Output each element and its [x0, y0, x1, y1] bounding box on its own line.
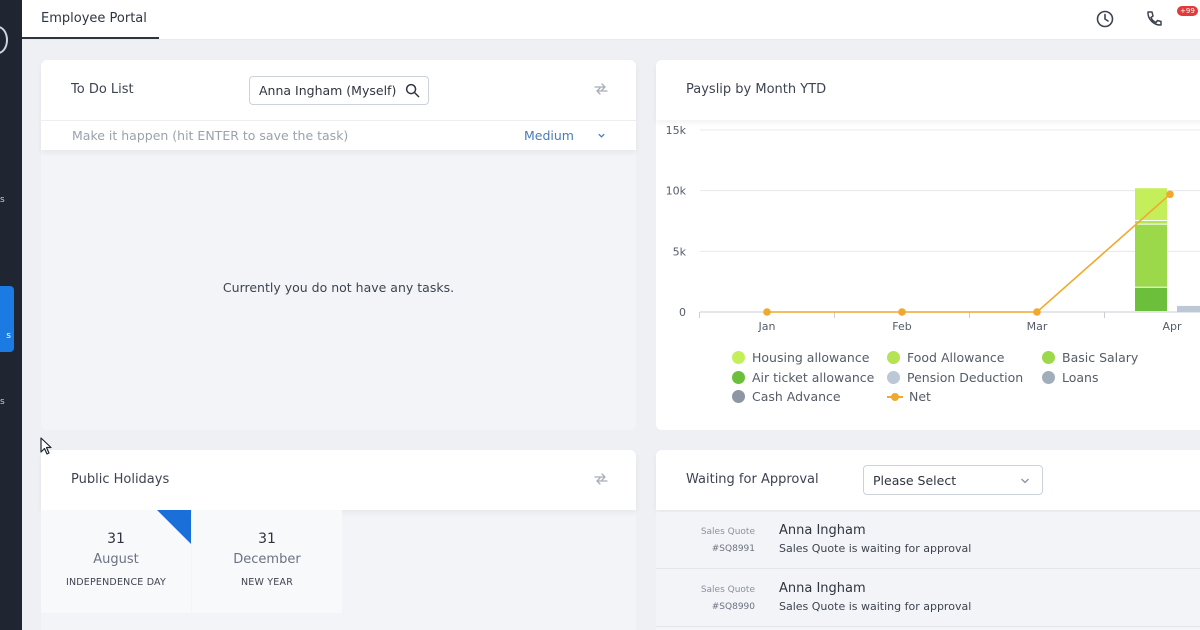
net-point	[1166, 190, 1174, 199]
y-tick-label: 15k	[666, 124, 687, 137]
legend-label: Air ticket allowance	[752, 369, 875, 385]
todo-header: To Do List Anna Ingham (Myself)	[41, 60, 636, 120]
net-point	[763, 308, 771, 316]
holiday-name: NEW YEAR	[240, 577, 294, 588]
legend-swatch	[887, 370, 900, 384]
sidebar-item-active[interactable]: s	[0, 286, 14, 352]
legend-item[interactable]: Basic Salary	[1042, 350, 1138, 365]
holiday-card[interactable]: 31 August INDEPENDENCE DAY	[41, 510, 191, 613]
holidays-header: Public Holidays	[41, 450, 636, 510]
legend-label: Food Allowance	[907, 350, 1005, 365]
sidebar-item-stub[interactable]: s	[0, 195, 5, 205]
empty-tasks-message: Currently you do not have any tasks.	[222, 280, 455, 295]
approval-header: Waiting for Approval Please Select	[656, 450, 1200, 510]
holiday-month: August	[93, 552, 139, 567]
legend-label: Net	[909, 389, 931, 404]
search-icon[interactable]	[405, 83, 420, 98]
phone-icon[interactable]	[1144, 9, 1164, 29]
legend-item[interactable]: Net	[887, 389, 931, 404]
y-tick-label: 0	[679, 306, 686, 319]
approval-message: Sales Quote is waiting for approval	[779, 600, 972, 613]
document-number[interactable]: #SQ8990	[656, 602, 755, 612]
y-tick-label: 5k	[673, 245, 687, 258]
legend-label: Basic Salary	[1062, 350, 1139, 365]
refresh-icon[interactable]	[593, 81, 609, 97]
approval-row[interactable]: Sales Quote #SQ8991 Anna Ingham Sales Qu…	[656, 512, 1200, 569]
holiday-name: INDEPENDENCE DAY	[65, 577, 167, 588]
holiday-card[interactable]: 31 December NEW YEAR	[192, 510, 342, 613]
bar-segment	[1135, 188, 1167, 220]
legend-label: Cash Advance	[752, 389, 841, 404]
legend-label: Housing allowance	[752, 350, 870, 365]
legend-swatch	[732, 370, 745, 384]
legend-label: Pension Deduction	[907, 369, 1024, 385]
assignee-value: Anna Ingham (Myself)	[259, 83, 397, 98]
select-value: Please Select	[873, 473, 957, 488]
chevron-down-icon[interactable]	[597, 131, 606, 140]
tab-employee-portal[interactable]: Employee Portal	[22, 0, 159, 39]
x-tick-label: Feb	[892, 320, 911, 333]
holiday-day: 31	[107, 531, 125, 547]
assignee-search-input[interactable]: Anna Ingham (Myself)	[249, 76, 429, 105]
approval-message: Sales Quote is waiting for approval	[779, 542, 972, 555]
approval-panel: Waiting for Approval Please Select Sales…	[656, 450, 1200, 630]
legend-item[interactable]: Loans	[1042, 370, 1099, 385]
x-tick-label: Apr	[1162, 320, 1182, 333]
mouse-cursor-icon	[40, 437, 52, 455]
panel-title: Waiting for Approval	[686, 472, 819, 487]
payslip-chart: 0 5k 10k 15k Jan Feb Mar Apr	[666, 124, 1200, 333]
holiday-day: 31	[258, 531, 276, 547]
document-number[interactable]: #SQ8991	[656, 544, 755, 554]
panel-title: To Do List	[71, 82, 134, 97]
net-point	[1033, 308, 1041, 316]
legend-item[interactable]: Housing allowance	[732, 350, 869, 365]
requester-name: Anna Ingham	[779, 581, 866, 596]
todo-panel: To Do List Anna Ingham (Myself) Make it …	[41, 60, 636, 430]
panel-title: Public Holidays	[71, 472, 170, 487]
payslip-header: Payslip by Month YTD	[656, 60, 1200, 120]
net-line	[767, 193, 1171, 313]
approval-row[interactable]: Sales Quote #SQ8990 Anna Ingham Sales Qu…	[656, 570, 1200, 627]
top-bar: Employee Portal	[22, 0, 1200, 40]
document-type: Sales Quote	[700, 527, 755, 537]
x-tick-label: Mar	[1027, 320, 1048, 333]
legend-item[interactable]: Air ticket allowance	[732, 370, 874, 385]
logo-icon[interactable]	[0, 26, 8, 54]
holiday-month: December	[233, 552, 301, 567]
payslip-panel: Payslip by Month YTD 0 5k 10k 15k Jan Feb Mar A…	[656, 60, 1200, 430]
x-tick-label: Jan	[758, 320, 776, 333]
bar-segment	[1135, 287, 1167, 311]
holidays-panel: Public Holidays 31 August INDEPENDENCE D…	[41, 450, 636, 630]
chevron-down-icon[interactable]	[1020, 476, 1030, 486]
new-task-row: Make it happen (hit ENTER to save the ta…	[41, 120, 636, 150]
requester-name: Anna Ingham	[779, 523, 866, 538]
legend-swatch	[1042, 370, 1055, 384]
history-clock-icon[interactable]	[1095, 9, 1115, 29]
bar-segment	[1177, 305, 1200, 312]
notification-badge[interactable]: +99	[1177, 6, 1198, 16]
legend-item[interactable]: Cash Advance	[732, 389, 841, 404]
priority-select[interactable]: Medium	[524, 128, 574, 143]
refresh-icon[interactable]	[593, 471, 609, 487]
bar-segment	[1135, 224, 1167, 287]
legend-swatch	[732, 351, 745, 364]
new-task-input[interactable]: Make it happen (hit ENTER to save the ta…	[72, 128, 348, 143]
legend-swatch	[732, 390, 745, 403]
document-type: Sales Quote	[700, 585, 755, 595]
panel-title: Payslip by Month YTD	[686, 82, 827, 97]
left-sidebar: s s s	[0, 0, 22, 630]
net-point	[898, 308, 906, 316]
legend-item[interactable]: Food Allowance	[887, 350, 1004, 365]
approval-filter-select[interactable]: Please Select	[863, 465, 1043, 495]
legend-swatch	[887, 351, 900, 364]
legend-swatch	[887, 392, 903, 401]
legend-swatch	[1042, 351, 1055, 364]
legend-item[interactable]: Pension Deduction	[887, 370, 1023, 385]
sidebar-item-stub[interactable]: s	[0, 397, 5, 407]
legend-label: Loans	[1062, 369, 1099, 385]
y-tick-label: 10k	[666, 185, 687, 198]
